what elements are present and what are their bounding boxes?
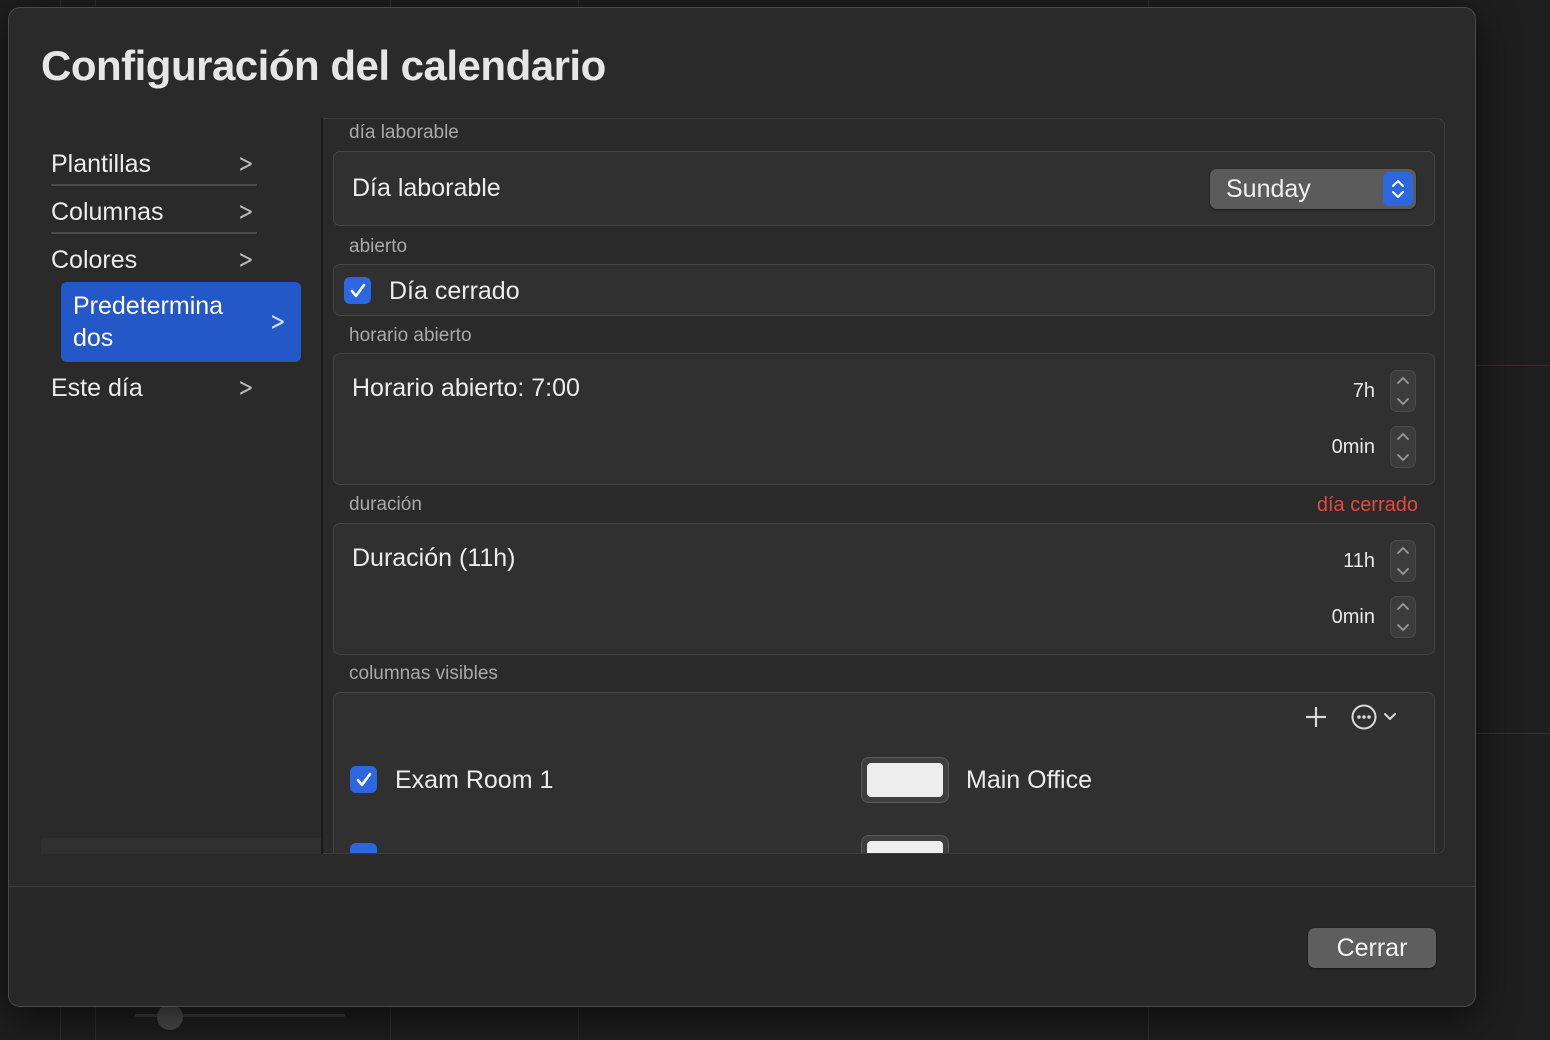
- sidebar-item-label: Predetermina dos: [73, 292, 224, 352]
- sidebar-item-columnas[interactable]: Columnas >: [39, 190, 269, 234]
- color-swatch[interactable]: [861, 835, 949, 853]
- more-options-icon[interactable]: [1350, 703, 1406, 731]
- open-hours-hours-value: 7h: [1352, 380, 1375, 402]
- workday-row: Día laborable Sunday: [333, 151, 1435, 226]
- workday-label: Día laborable: [352, 174, 501, 202]
- sidebar-item-predeterminados[interactable]: Predetermina dos >: [61, 282, 301, 362]
- closed-day-label: Día cerrado: [389, 277, 520, 305]
- chevron-down-icon: [1397, 454, 1409, 462]
- duration-minutes-stepper[interactable]: [1390, 596, 1416, 638]
- column-label: Exam Room 1: [395, 766, 554, 794]
- close-button[interactable]: Cerrar: [1308, 928, 1436, 968]
- column-checkbox-exam-room-1[interactable]: [350, 766, 377, 793]
- duration-warning: día cerrado: [1316, 494, 1418, 516]
- color-swatch[interactable]: [861, 757, 949, 803]
- open-hours-minutes-value: 0min: [1331, 436, 1375, 458]
- section-header-duration: duración: [349, 494, 422, 515]
- chevron-down-icon: [1397, 398, 1409, 406]
- chevron-right-icon: >: [238, 245, 254, 275]
- add-icon[interactable]: [1302, 703, 1330, 731]
- footer: [9, 887, 1475, 1006]
- chevron-up-icon: [1397, 432, 1409, 440]
- chevron-down-icon: [1397, 624, 1409, 632]
- settings-sheet: Configuración del calendario Plantillas …: [8, 7, 1476, 1007]
- up-down-arrows-icon: [1383, 172, 1413, 206]
- duration-row: Duración (11h) 11h 0min: [333, 523, 1435, 655]
- chevron-right-icon: >: [238, 149, 254, 179]
- background-line: [1476, 733, 1550, 734]
- duration-minutes-value: 0min: [1331, 606, 1375, 628]
- sidebar-item-colores[interactable]: Colores >: [39, 238, 269, 282]
- workday-popup-value: Sunday: [1226, 175, 1311, 203]
- workday-popup[interactable]: Sunday: [1210, 169, 1416, 209]
- duration-hours-value: 11h: [1343, 550, 1375, 572]
- section-header-visible-columns: columnas visibles: [349, 663, 498, 684]
- chevron-right-icon: >: [270, 307, 286, 337]
- sidebar-footer: [41, 838, 321, 854]
- sidebar-item-label: Columnas: [51, 197, 164, 226]
- chevron-down-icon: [1397, 568, 1409, 576]
- section-header-open-hours: horario abierto: [349, 325, 472, 346]
- sheet-title: Configuración del calendario: [41, 42, 606, 89]
- settings-content[interactable]: día laborable Día laborable Sunday abier…: [323, 118, 1445, 854]
- closed-day-checkbox[interactable]: [344, 277, 371, 304]
- column-location: Main Office: [966, 766, 1092, 794]
- chevron-right-icon: >: [238, 197, 254, 227]
- open-hours-hours-stepper[interactable]: [1390, 370, 1416, 412]
- sidebar-item-este-dia[interactable]: Este día >: [39, 366, 269, 410]
- chevron-up-icon: [1397, 546, 1409, 554]
- sidebar-item-label: Plantillas: [51, 149, 152, 178]
- chevron-up-icon: [1397, 602, 1409, 610]
- chevron-right-icon: >: [238, 373, 254, 403]
- sidebar-item-label: Colores: [51, 245, 138, 274]
- duration-hours-stepper[interactable]: [1390, 540, 1416, 582]
- open-hours-minutes-stepper[interactable]: [1390, 426, 1416, 468]
- column-checkbox[interactable]: [350, 843, 377, 853]
- checkmark-icon: [356, 772, 371, 786]
- duration-label: Duración (11h): [352, 544, 516, 572]
- open-row: Día cerrado: [333, 264, 1435, 316]
- checkmark-icon: [350, 283, 365, 297]
- open-hours-label: Horario abierto: 7:00: [352, 374, 580, 402]
- visible-columns-list: Exam Room 1 Main Office: [333, 692, 1435, 853]
- background-line: [1476, 365, 1550, 366]
- chevron-up-icon: [1397, 376, 1409, 384]
- section-header-workday: día laborable: [349, 122, 459, 143]
- background-slider-knob: [157, 1004, 183, 1030]
- section-header-open: abierto: [349, 236, 408, 257]
- sidebar-item-label: Este día: [51, 373, 143, 402]
- sidebar-item-plantillas[interactable]: Plantillas >: [39, 142, 269, 186]
- open-hours-row: Horario abierto: 7:00 7h 0min: [333, 353, 1435, 485]
